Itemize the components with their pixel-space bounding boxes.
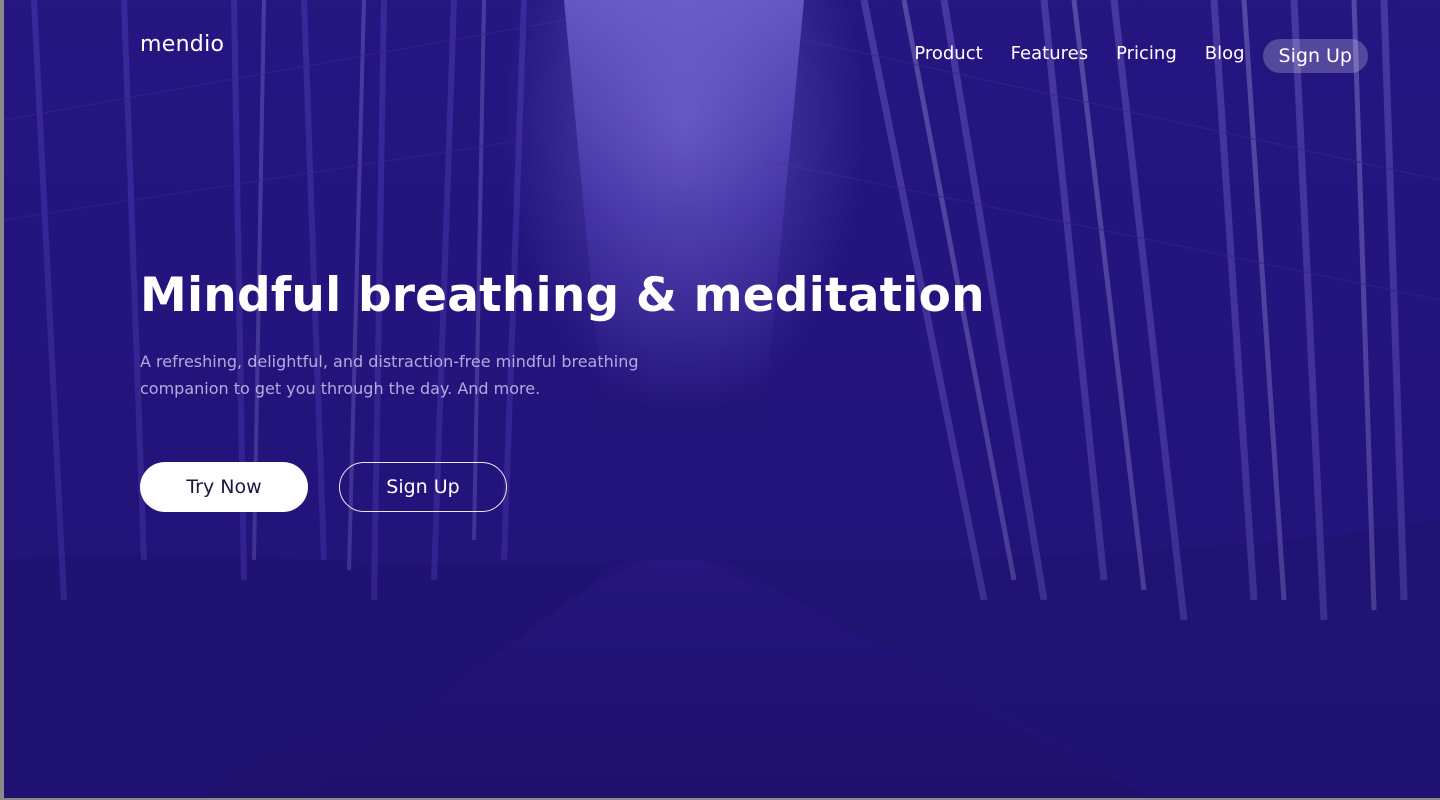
try-now-button[interactable]: Try Now: [140, 462, 308, 512]
nav-link-product[interactable]: Product: [914, 43, 982, 64]
hero-title: Mindful breathing & meditation: [140, 268, 985, 323]
page-frame: mendio Product Features Pricing Blog Sig…: [4, 0, 1440, 798]
top-navigation: mendio Product Features Pricing Blog Sig…: [4, 0, 1440, 100]
nav-link-pricing[interactable]: Pricing: [1116, 43, 1177, 64]
hero-signup-button[interactable]: Sign Up: [339, 462, 507, 512]
nav-link-features[interactable]: Features: [1011, 43, 1088, 64]
hero-subtitle: A refreshing, delightful, and distractio…: [140, 352, 639, 398]
nav-link-blog[interactable]: Blog: [1205, 43, 1245, 64]
nav-signup-button[interactable]: Sign Up: [1262, 39, 1368, 73]
brand-logo[interactable]: mendio: [140, 32, 224, 57]
nav-links: Product Features Pricing Blog Sign Up: [886, 33, 1368, 73]
